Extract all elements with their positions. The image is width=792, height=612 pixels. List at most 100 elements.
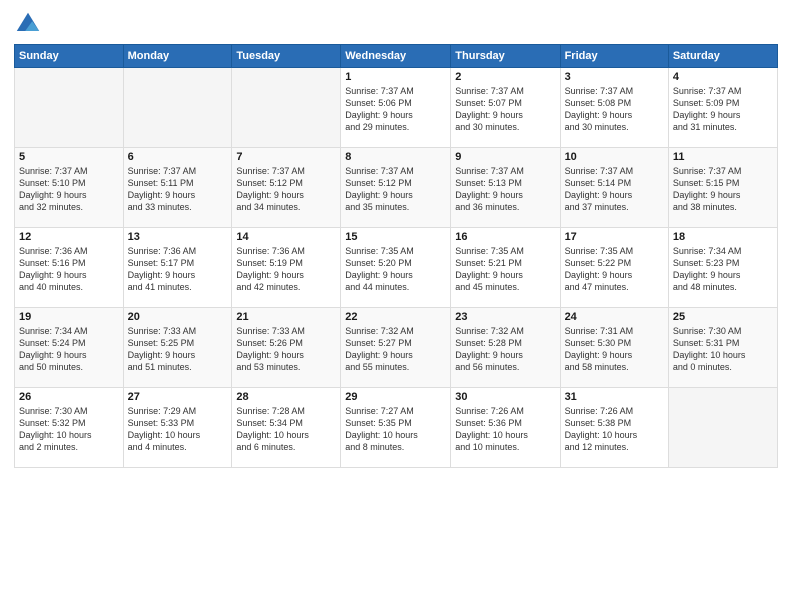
day-number: 26 (19, 391, 119, 403)
calendar-cell: 23 Sunrise: 7:32 AM Sunset: 5:28 PM Dayli… (451, 308, 560, 388)
day-number: 25 (673, 311, 773, 323)
calendar-cell: 21Sunrise: 7:33 AM Sunset: 5:26 PM Dayli… (232, 308, 341, 388)
calendar-week-row: 19 Sunrise: 7:34 AM Sunset: 5:24 PM Dayli… (15, 308, 778, 388)
calendar-cell (668, 388, 777, 468)
day-info: Sunrise: 7:31 AM Sunset: 5:30 PM Dayligh… (565, 325, 664, 374)
day-info: Sunrise: 7:32 AM Sunset: 5:28 PM Dayligh… (455, 325, 555, 374)
day-info: Sunrise: 7:37 AM Sunset: 5:07 PM Dayligh… (455, 85, 555, 134)
calendar-cell: 16 Sunrise: 7:35 AM Sunset: 5:21 PM Dayli… (451, 228, 560, 308)
day-info: Sunrise: 7:34 AM Sunset: 5:23 PM Dayligh… (673, 245, 773, 294)
day-number: 21 (236, 311, 336, 323)
calendar-week-row: 12 Sunrise: 7:36 AM Sunset: 5:16 PM Dayli… (15, 228, 778, 308)
day-number: 24 (565, 311, 664, 323)
weekday-header-wednesday: Wednesday (341, 45, 451, 68)
day-info: Sunrise: 7:37 AM Sunset: 5:09 PM Dayligh… (673, 85, 773, 134)
calendar-cell: 22 Sunrise: 7:32 AM Sunset: 5:27 PM Dayli… (341, 308, 451, 388)
day-info: Sunrise: 7:37 AM Sunset: 5:14 PM Dayligh… (565, 165, 664, 214)
calendar-cell: 13 Sunrise: 7:36 AM Sunset: 5:17 PM Dayli… (123, 228, 232, 308)
day-info: Sunrise: 7:26 AM Sunset: 5:36 PM Dayligh… (455, 405, 555, 454)
calendar-cell: 27 Sunrise: 7:29 AM Sunset: 5:33 PM Dayli… (123, 388, 232, 468)
day-info: Sunrise: 7:34 AM Sunset: 5:24 PM Dayligh… (19, 325, 119, 374)
day-number: 23 (455, 311, 555, 323)
day-number: 3 (565, 71, 664, 83)
day-number: 20 (128, 311, 228, 323)
day-info: Sunrise: 7:35 AM Sunset: 5:21 PM Dayligh… (455, 245, 555, 294)
day-info: Sunrise: 7:35 AM Sunset: 5:20 PM Dayligh… (345, 245, 446, 294)
calendar-cell: 4Sunrise: 7:37 AM Sunset: 5:09 PM Daylig… (668, 68, 777, 148)
calendar-cell: 24 Sunrise: 7:31 AM Sunset: 5:30 PM Dayli… (560, 308, 668, 388)
day-number: 2 (455, 71, 555, 83)
day-info: Sunrise: 7:30 AM Sunset: 5:32 PM Dayligh… (19, 405, 119, 454)
calendar-cell: 15 Sunrise: 7:35 AM Sunset: 5:20 PM Dayli… (341, 228, 451, 308)
day-number: 7 (236, 151, 336, 163)
day-number: 5 (19, 151, 119, 163)
day-info: Sunrise: 7:37 AM Sunset: 5:15 PM Dayligh… (673, 165, 773, 214)
day-number: 12 (19, 231, 119, 243)
calendar-cell (123, 68, 232, 148)
day-info: Sunrise: 7:36 AM Sunset: 5:17 PM Dayligh… (128, 245, 228, 294)
day-number: 19 (19, 311, 119, 323)
day-number: 15 (345, 231, 446, 243)
calendar-cell: 2 Sunrise: 7:37 AM Sunset: 5:07 PM Daylig… (451, 68, 560, 148)
calendar-cell (232, 68, 341, 148)
calendar-cell: 5 Sunrise: 7:37 AM Sunset: 5:10 PM Daylig… (15, 148, 124, 228)
weekday-header-row: SundayMondayTuesdayWednesdayThursdayFrid… (15, 45, 778, 68)
weekday-header-monday: Monday (123, 45, 232, 68)
weekday-header-tuesday: Tuesday (232, 45, 341, 68)
day-number: 22 (345, 311, 446, 323)
calendar-week-row: 26 Sunrise: 7:30 AM Sunset: 5:32 PM Dayli… (15, 388, 778, 468)
weekday-header-saturday: Saturday (668, 45, 777, 68)
day-info: Sunrise: 7:37 AM Sunset: 5:11 PM Dayligh… (128, 165, 228, 214)
day-info: Sunrise: 7:27 AM Sunset: 5:35 PM Dayligh… (345, 405, 446, 454)
calendar-table: SundayMondayTuesdayWednesdayThursdayFrid… (14, 44, 778, 468)
calendar-cell: 18 Sunrise: 7:34 AM Sunset: 5:23 PM Dayli… (668, 228, 777, 308)
calendar-cell: 8 Sunrise: 7:37 AM Sunset: 5:12 PM Daylig… (341, 148, 451, 228)
day-number: 18 (673, 231, 773, 243)
day-info: Sunrise: 7:36 AM Sunset: 5:19 PM Dayligh… (236, 245, 336, 294)
day-info: Sunrise: 7:37 AM Sunset: 5:12 PM Dayligh… (345, 165, 446, 214)
day-number: 10 (565, 151, 664, 163)
day-info: Sunrise: 7:37 AM Sunset: 5:06 PM Dayligh… (345, 85, 446, 134)
calendar-cell: 7 Sunrise: 7:37 AM Sunset: 5:12 PM Daylig… (232, 148, 341, 228)
weekday-header-thursday: Thursday (451, 45, 560, 68)
day-info: Sunrise: 7:36 AM Sunset: 5:16 PM Dayligh… (19, 245, 119, 294)
calendar-cell: 26 Sunrise: 7:30 AM Sunset: 5:32 PM Dayli… (15, 388, 124, 468)
day-number: 6 (128, 151, 228, 163)
weekday-header-friday: Friday (560, 45, 668, 68)
calendar-cell: 12 Sunrise: 7:36 AM Sunset: 5:16 PM Dayli… (15, 228, 124, 308)
weekday-header-sunday: Sunday (15, 45, 124, 68)
day-number: 8 (345, 151, 446, 163)
day-info: Sunrise: 7:29 AM Sunset: 5:33 PM Dayligh… (128, 405, 228, 454)
day-info: Sunrise: 7:28 AM Sunset: 5:34 PM Dayligh… (236, 405, 336, 454)
day-number: 11 (673, 151, 773, 163)
day-number: 14 (236, 231, 336, 243)
day-number: 16 (455, 231, 555, 243)
calendar-cell: 28 Sunrise: 7:28 AM Sunset: 5:34 PM Dayli… (232, 388, 341, 468)
day-info: Sunrise: 7:32 AM Sunset: 5:27 PM Dayligh… (345, 325, 446, 374)
day-number: 31 (565, 391, 664, 403)
calendar-cell: 20 Sunrise: 7:33 AM Sunset: 5:25 PM Dayli… (123, 308, 232, 388)
calendar-cell: 19 Sunrise: 7:34 AM Sunset: 5:24 PM Dayli… (15, 308, 124, 388)
calendar-cell: 9Sunrise: 7:37 AM Sunset: 5:13 PM Daylig… (451, 148, 560, 228)
day-info: Sunrise: 7:37 AM Sunset: 5:12 PM Dayligh… (236, 165, 336, 214)
day-number: 17 (565, 231, 664, 243)
logo-icon (14, 10, 42, 38)
day-info: Sunrise: 7:35 AM Sunset: 5:22 PM Dayligh… (565, 245, 664, 294)
calendar-cell: 29Sunrise: 7:27 AM Sunset: 5:35 PM Dayli… (341, 388, 451, 468)
day-number: 13 (128, 231, 228, 243)
day-number: 27 (128, 391, 228, 403)
day-number: 1 (345, 71, 446, 83)
day-info: Sunrise: 7:37 AM Sunset: 5:10 PM Dayligh… (19, 165, 119, 214)
day-info: Sunrise: 7:26 AM Sunset: 5:38 PM Dayligh… (565, 405, 664, 454)
day-number: 9 (455, 151, 555, 163)
calendar-cell: 3 Sunrise: 7:37 AM Sunset: 5:08 PM Daylig… (560, 68, 668, 148)
calendar-cell: 17 Sunrise: 7:35 AM Sunset: 5:22 PM Dayli… (560, 228, 668, 308)
calendar-cell: 31 Sunrise: 7:26 AM Sunset: 5:38 PM Dayli… (560, 388, 668, 468)
day-info: Sunrise: 7:33 AM Sunset: 5:25 PM Dayligh… (128, 325, 228, 374)
calendar-cell: 30Sunrise: 7:26 AM Sunset: 5:36 PM Dayli… (451, 388, 560, 468)
day-number: 28 (236, 391, 336, 403)
calendar-cell: 14 Sunrise: 7:36 AM Sunset: 5:19 PM Dayli… (232, 228, 341, 308)
day-info: Sunrise: 7:37 AM Sunset: 5:08 PM Dayligh… (565, 85, 664, 134)
calendar-cell: 6 Sunrise: 7:37 AM Sunset: 5:11 PM Daylig… (123, 148, 232, 228)
calendar-cell (15, 68, 124, 148)
